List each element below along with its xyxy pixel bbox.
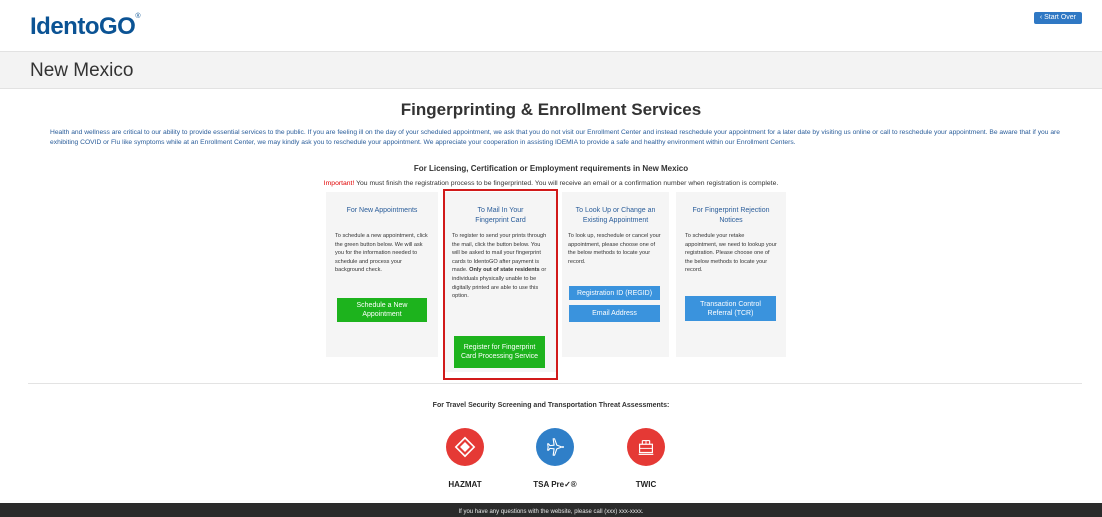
start-over-button[interactable]: ‹ Start Over	[1033, 12, 1082, 24]
state-title: New Mexico	[30, 60, 134, 81]
important-label: Important!	[323, 180, 355, 187]
footer-text: If you have any questions with the websi…	[458, 509, 644, 515]
hazmat-label[interactable]: HAZMAT	[425, 480, 505, 489]
health-notice: Health and wellness are critical to our …	[50, 129, 1061, 146]
card-text: To look up, reschedule or cancel your ap…	[568, 233, 661, 265]
page-title: Fingerprinting & Enrollment Services	[400, 100, 702, 119]
identogo-logo[interactable]: IdentoGO®	[30, 13, 140, 41]
tsa-pre-label[interactable]: TSA Pre✓®	[515, 480, 595, 489]
card-title: For Fingerprint Rejection Notices	[692, 207, 770, 224]
card-existing-appointment: To Look Up or Change an Existing Appoint…	[562, 192, 669, 357]
tcr-button[interactable]: Transaction Control Referral (TCR)	[685, 296, 776, 321]
card-rejection-notices: For Fingerprint Rejection Notices To sch…	[676, 192, 786, 357]
twic-icon[interactable]	[627, 428, 665, 466]
registered-mark: ®	[135, 13, 140, 20]
schedule-new-appointment-button[interactable]: Schedule a New Appointment	[337, 298, 427, 322]
card-text: To schedule a new appointment, click the…	[335, 233, 428, 274]
airplane-icon[interactable]	[536, 428, 574, 466]
registration-id-button[interactable]: Registration ID (REGID)	[569, 286, 660, 300]
travel-section-title: For Travel Security Screening and Transp…	[432, 402, 670, 409]
footer: If you have any questions with the websi…	[0, 503, 1102, 517]
email-address-button[interactable]: Email Address	[569, 305, 660, 322]
card-text: To schedule your retake appointment, we …	[685, 233, 777, 274]
card-new-appointments: For New Appointments To schedule a new a…	[326, 192, 438, 357]
section-subtitle: For Licensing, Certification or Employme…	[413, 164, 689, 173]
highlight-box	[443, 189, 558, 380]
section-divider	[28, 383, 1082, 384]
state-bar: New Mexico	[0, 51, 1102, 89]
card-title: To Look Up or Change an Existing Appoint…	[575, 207, 656, 224]
important-notice: Important! You must finish the registrat…	[0, 180, 1102, 187]
card-title: For New Appointments	[346, 207, 418, 214]
important-text: You must finish the registration process…	[354, 180, 779, 187]
header: IdentoGO® ‹ Start Over	[0, 0, 1102, 52]
twic-label[interactable]: TWIC	[606, 480, 686, 489]
hazmat-icon[interactable]	[446, 428, 484, 466]
